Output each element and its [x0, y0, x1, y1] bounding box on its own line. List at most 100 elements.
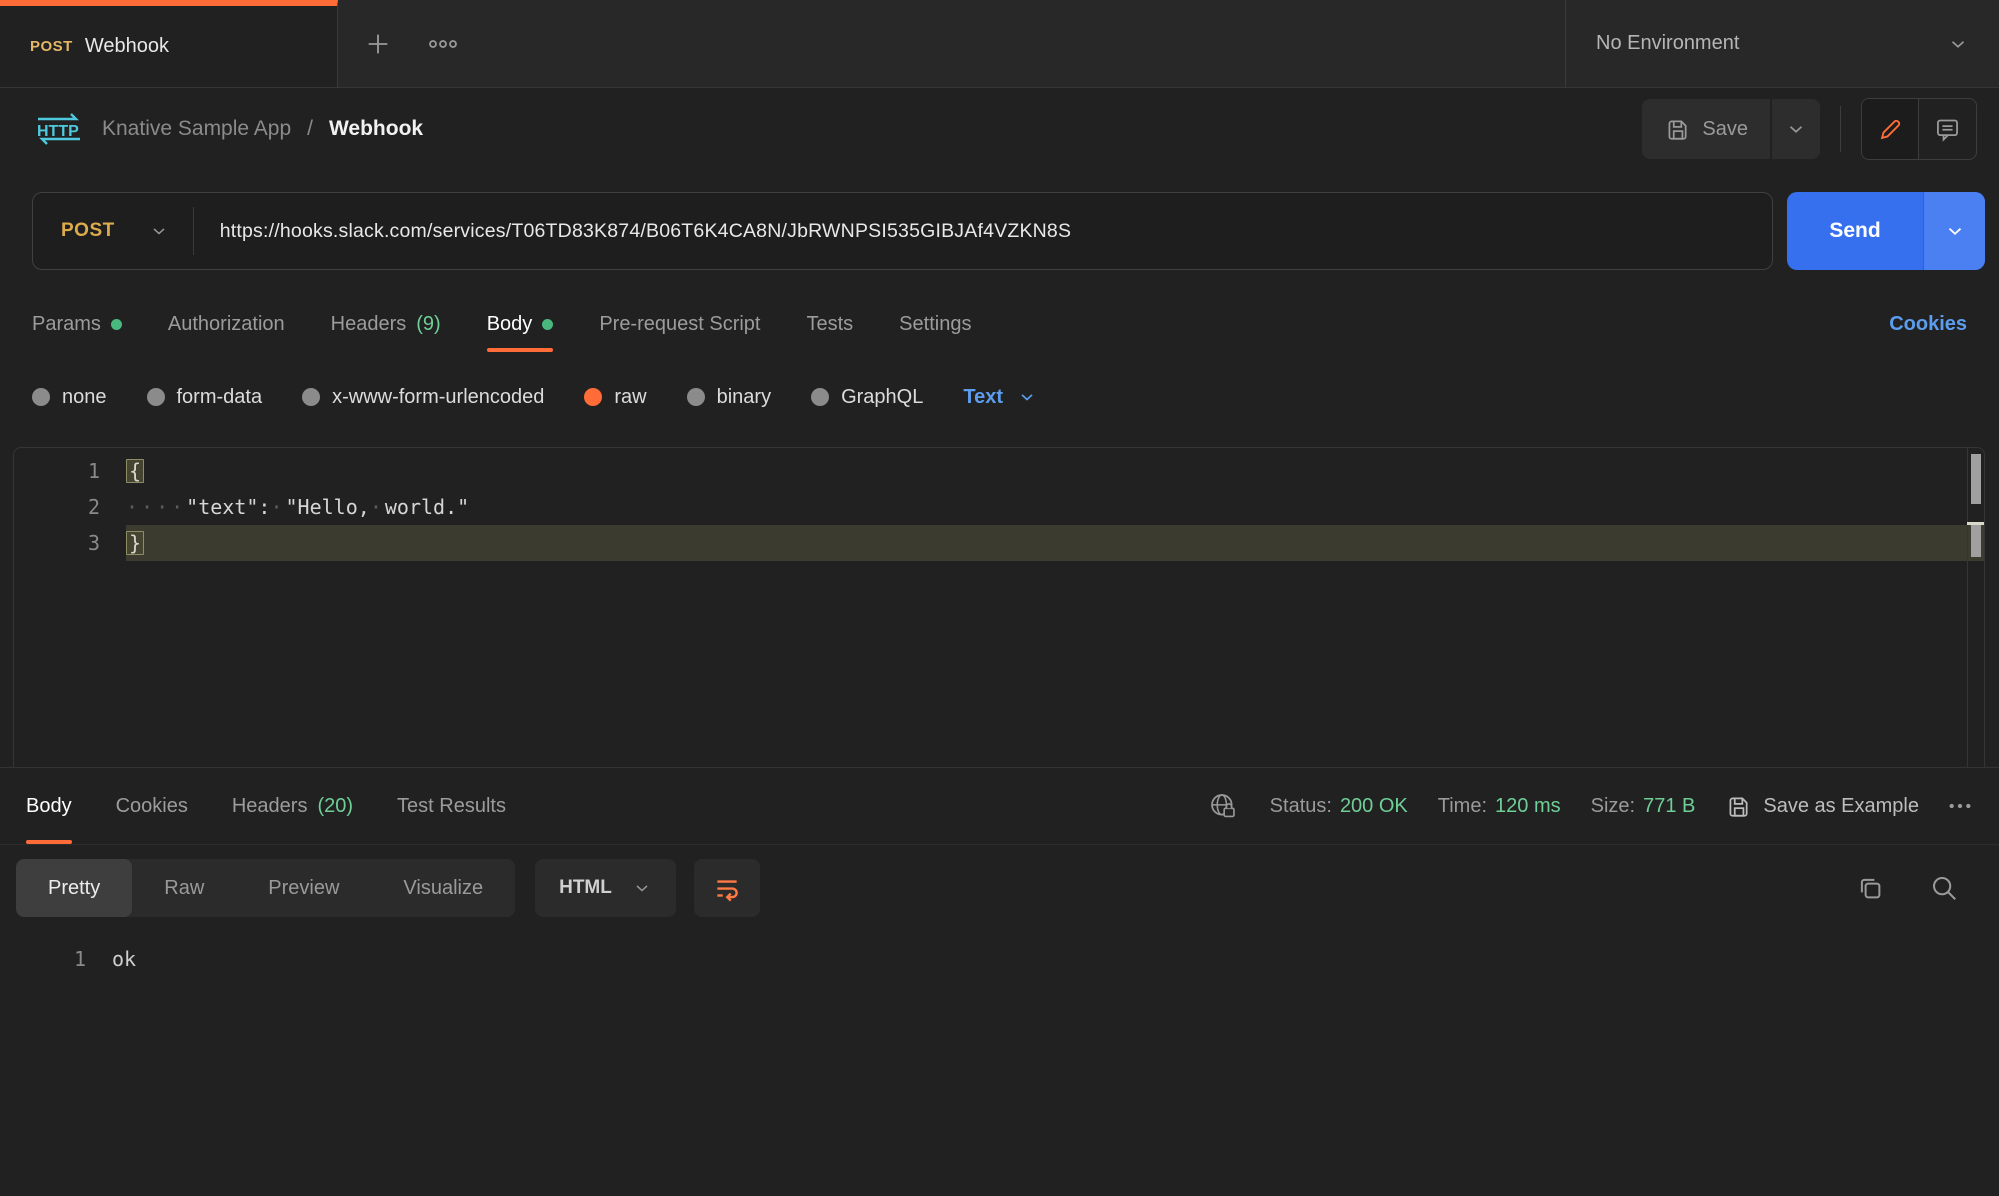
send-button-group: Send: [1787, 192, 1985, 270]
code-line: {: [126, 453, 1984, 489]
plus-icon: [364, 30, 392, 58]
response-tab-cookies[interactable]: Cookies: [116, 768, 188, 844]
environment-dropdown[interactable]: [1947, 33, 1969, 55]
request-tab-webhook[interactable]: POST Webhook: [0, 0, 338, 87]
copy-icon: [1855, 873, 1885, 903]
response-format-selector[interactable]: HTML: [535, 859, 676, 917]
tab-label: Settings: [899, 313, 971, 336]
request-tabs: Params Authorization Headers (9) Body Pr…: [0, 296, 1999, 352]
request-body-editor[interactable]: 1 { 2 ····"text":·"Hello,·world." 3 }: [13, 447, 1985, 767]
radio-graphql[interactable]: GraphQL: [811, 386, 923, 409]
view-visualize[interactable]: Visualize: [371, 859, 515, 917]
time-pair: Time: 120 ms: [1438, 795, 1561, 818]
radio-label: x-www-form-urlencoded: [332, 386, 544, 409]
matched-bracket: }: [126, 531, 144, 555]
modified-dot: [111, 319, 122, 330]
radio-binary[interactable]: binary: [687, 386, 771, 409]
tab-options-button[interactable]: [428, 38, 458, 50]
tab-label: Authorization: [168, 313, 285, 336]
editor-scrollbar[interactable]: [1967, 448, 1984, 767]
save-icon: [1664, 116, 1690, 142]
doc-comment-group: [1861, 98, 1977, 160]
tab-label: Headers: [232, 795, 308, 818]
wrap-lines-button[interactable]: [694, 859, 760, 917]
comments-button[interactable]: [1919, 99, 1976, 159]
size-value[interactable]: 771 B: [1643, 795, 1695, 818]
view-pretty[interactable]: Pretty: [16, 859, 132, 917]
breadcrumb: HTTP Knative Sample App / Webhook: [32, 111, 1642, 147]
radio-raw[interactable]: raw: [584, 386, 646, 409]
save-as-example-label: Save as Example: [1763, 795, 1919, 818]
tab-params[interactable]: Params: [32, 296, 122, 352]
send-button[interactable]: Send: [1787, 192, 1923, 270]
save-as-example-button[interactable]: Save as Example: [1725, 793, 1919, 819]
save-options-button[interactable]: [1772, 99, 1820, 159]
status-value[interactable]: 200 OK: [1340, 795, 1408, 818]
cookies-link[interactable]: Cookies: [1889, 296, 1967, 352]
radio-circle-selected: [584, 388, 602, 406]
response-meta: Status: 200 OK Time: 120 ms Size: 771 B …: [1208, 768, 1973, 844]
tab-label: Test Results: [397, 795, 506, 818]
tab-headers[interactable]: Headers (9): [331, 296, 441, 352]
postman-window: POST Webhook No Environment HTTP: [0, 0, 1999, 1196]
line-wrap-icon: [712, 873, 742, 903]
code-line: }: [126, 525, 1984, 561]
method-selector[interactable]: POST: [33, 220, 193, 242]
status-pair: Status: 200 OK: [1270, 795, 1408, 818]
edit-description-button[interactable]: [1862, 99, 1919, 159]
radio-none[interactable]: none: [32, 386, 107, 409]
editor-line-3-current: 3 }: [14, 525, 1984, 561]
save-button[interactable]: Save: [1642, 99, 1770, 159]
tab-body[interactable]: Body: [487, 296, 554, 352]
response-tab-test-results[interactable]: Test Results: [397, 768, 506, 844]
whitespace-dot: ·: [270, 495, 285, 519]
network-info-button[interactable]: [1208, 791, 1238, 821]
radio-urlencoded[interactable]: x-www-form-urlencoded: [302, 386, 544, 409]
radio-circle: [687, 388, 705, 406]
tab-settings[interactable]: Settings: [899, 296, 971, 352]
tab-pre-request-script[interactable]: Pre-request Script: [599, 296, 760, 352]
editor-line-1: 1 {: [14, 453, 1984, 489]
response-tab-headers[interactable]: Headers (20): [232, 768, 353, 844]
view-preview[interactable]: Preview: [236, 859, 371, 917]
size-label: Size:: [1591, 795, 1635, 818]
response-tab-body[interactable]: Body: [26, 768, 72, 844]
editor-line-2: 2 ····"text":·"Hello,·world.": [14, 489, 1984, 525]
tab-tests[interactable]: Tests: [806, 296, 853, 352]
copy-response-button[interactable]: [1855, 873, 1885, 903]
send-options-button[interactable]: [1923, 192, 1985, 270]
radio-form-data[interactable]: form-data: [147, 386, 263, 409]
url-input[interactable]: https://hooks.slack.com/services/T06TD83…: [194, 220, 1071, 243]
search-response-button[interactable]: [1929, 873, 1959, 903]
tab-label: Body: [26, 795, 72, 818]
tab-label: Body: [487, 313, 533, 336]
json-key: "text":: [186, 495, 270, 519]
radio-label: GraphQL: [841, 386, 923, 409]
radio-label: raw: [614, 386, 646, 409]
time-value[interactable]: 120 ms: [1495, 795, 1561, 818]
pencil-icon: [1877, 116, 1904, 143]
line-number: 2: [14, 495, 126, 519]
radio-label: none: [62, 386, 107, 409]
tab-label: Params: [32, 313, 101, 336]
environment-selector[interactable]: No Environment: [1565, 0, 1999, 87]
breadcrumb-collection[interactable]: Knative Sample App: [102, 117, 291, 141]
response-view-switcher: Pretty Raw Preview Visualize: [16, 859, 515, 917]
new-tab-button[interactable]: [364, 30, 392, 58]
status-label: Status:: [1270, 795, 1332, 818]
breadcrumb-request-name[interactable]: Webhook: [329, 117, 423, 141]
view-raw[interactable]: Raw: [132, 859, 236, 917]
response-options-button[interactable]: [1947, 801, 1973, 811]
tab-label: Cookies: [116, 795, 188, 818]
response-body[interactable]: 1 ok: [0, 917, 1999, 977]
response-header: Body Cookies Headers (20) Test Results: [0, 767, 1999, 845]
radio-label: form-data: [177, 386, 263, 409]
chevron-down-icon: [632, 878, 652, 898]
tab-authorization[interactable]: Authorization: [168, 296, 285, 352]
raw-language-label: Text: [963, 386, 1003, 409]
raw-language-selector[interactable]: Text: [963, 386, 1037, 409]
tab-label: Headers: [331, 313, 407, 336]
tab-title: Webhook: [85, 35, 169, 58]
scrollbar-thumb[interactable]: [1971, 454, 1981, 504]
cursor-position-marker: [1967, 522, 1984, 559]
